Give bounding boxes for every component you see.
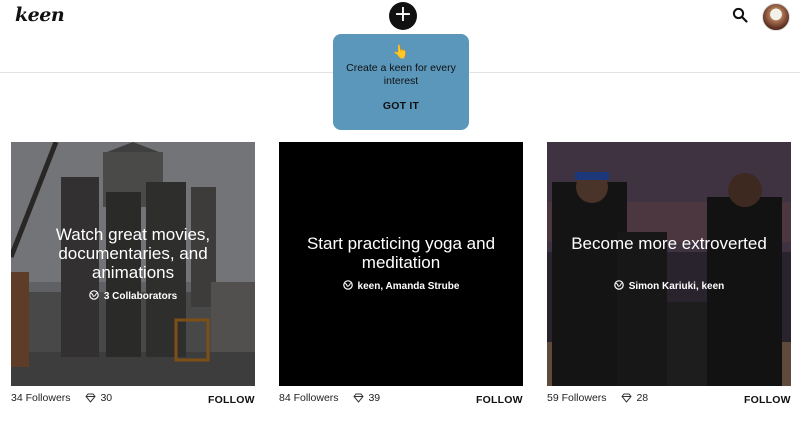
card-contributors: 3 Collaborators <box>11 290 255 302</box>
create-keen-button[interactable]: + <box>389 2 417 30</box>
gem-count: 39 <box>368 392 381 404</box>
user-avatar[interactable] <box>762 3 790 31</box>
card-contributors: Simon Kariuki, keen <box>547 280 791 292</box>
globe-icon <box>342 280 353 290</box>
keen-card-movies[interactable]: Watch great movies, documentaries, and a… <box>11 142 255 386</box>
search-icon[interactable] <box>732 7 748 23</box>
followers-count: 84 Followers <box>279 392 339 404</box>
gem-icon <box>621 393 633 403</box>
pointing-hand-icon: 👆 <box>392 44 410 59</box>
contributors-label: 3 Collaborators <box>103 291 178 302</box>
card-contributors: keen, Amanda Strube <box>279 280 523 292</box>
card-title: Become more extroverted <box>571 234 767 253</box>
keen-card-extroverted[interactable]: Become more extroverted Simon Kariuki, k… <box>547 142 791 386</box>
card-background-image <box>547 142 791 386</box>
gem-icon <box>353 393 365 403</box>
gem-count: 30 <box>100 392 113 404</box>
gem-icon <box>85 393 97 403</box>
contributors-label: keen, Amanda Strube <box>357 281 460 292</box>
card-title: Watch great movies, documentaries, and a… <box>55 225 211 282</box>
tooltip-message: Create a keen for every interest <box>346 62 456 87</box>
followers-count: 34 Followers <box>11 392 71 404</box>
contributors-label: Simon Kariuki, keen <box>628 281 725 292</box>
follow-button[interactable]: FOLLOW <box>476 394 523 406</box>
keen-logo[interactable]: keen <box>15 4 65 26</box>
followers-count: 59 Followers <box>547 392 607 404</box>
card-stats: 34 Followers 30 <box>11 392 112 404</box>
gem-count: 28 <box>636 392 649 404</box>
follow-button[interactable]: FOLLOW <box>744 394 791 406</box>
card-stats: 84 Followers 39 <box>279 392 380 404</box>
keen-card-yoga[interactable]: Start practicing yoga and meditation kee… <box>279 142 523 386</box>
card-stats: 59 Followers 28 <box>547 392 648 404</box>
onboarding-tooltip: 👆 Create a keen for every interest GOT I… <box>333 34 469 130</box>
globe-icon <box>89 290 99 300</box>
follow-button[interactable]: FOLLOW <box>208 394 255 406</box>
globe-icon <box>613 280 624 290</box>
got-it-button[interactable]: GOT IT <box>373 100 429 112</box>
card-title: Start practicing yoga and meditation <box>306 234 496 272</box>
